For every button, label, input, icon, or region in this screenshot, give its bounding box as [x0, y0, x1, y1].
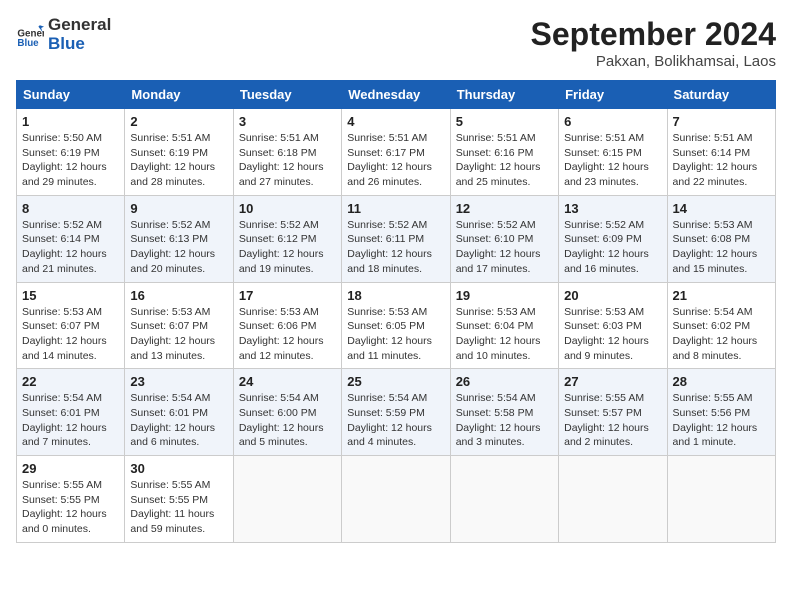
logo: General Blue General Blue — [16, 16, 111, 53]
location-subtitle: Pakxan, Bolikhamsai, Laos — [531, 53, 776, 70]
day-12: 12 Sunrise: 5:52 AMSunset: 6:10 PMDaylig… — [450, 195, 558, 282]
col-sunday: Sunday — [17, 81, 125, 109]
col-thursday: Thursday — [450, 81, 558, 109]
day-5: 5 Sunrise: 5:51 AMSunset: 6:16 PMDayligh… — [450, 109, 558, 196]
day-14: 14 Sunrise: 5:53 AMSunset: 6:08 PMDaylig… — [667, 195, 775, 282]
day-17: 17 Sunrise: 5:53 AMSunset: 6:06 PMDaylig… — [233, 282, 341, 369]
week-row-1: 1 Sunrise: 5:50 AMSunset: 6:19 PMDayligh… — [17, 109, 776, 196]
day-10: 10 Sunrise: 5:52 AMSunset: 6:12 PMDaylig… — [233, 195, 341, 282]
day-15: 15 Sunrise: 5:53 AMSunset: 6:07 PMDaylig… — [17, 282, 125, 369]
day-28: 28 Sunrise: 5:55 AMSunset: 5:56 PMDaylig… — [667, 369, 775, 456]
day-22: 22 Sunrise: 5:54 AMSunset: 6:01 PMDaylig… — [17, 369, 125, 456]
day-7: 7 Sunrise: 5:51 AMSunset: 6:14 PMDayligh… — [667, 109, 775, 196]
day-6: 6 Sunrise: 5:51 AMSunset: 6:15 PMDayligh… — [559, 109, 667, 196]
day-26: 26 Sunrise: 5:54 AMSunset: 5:58 PMDaylig… — [450, 369, 558, 456]
logo-general: General — [48, 16, 111, 35]
day-30: 30 Sunrise: 5:55 AMSunset: 5:55 PMDaylig… — [125, 456, 233, 543]
week-row-5: 29 Sunrise: 5:55 AMSunset: 5:55 PMDaylig… — [17, 456, 776, 543]
day-19: 19 Sunrise: 5:53 AMSunset: 6:04 PMDaylig… — [450, 282, 558, 369]
logo-icon: General Blue — [16, 21, 44, 49]
empty-cell-2 — [342, 456, 450, 543]
week-row-3: 15 Sunrise: 5:53 AMSunset: 6:07 PMDaylig… — [17, 282, 776, 369]
empty-cell-3 — [450, 456, 558, 543]
week-row-2: 8 Sunrise: 5:52 AMSunset: 6:14 PMDayligh… — [17, 195, 776, 282]
day-18: 18 Sunrise: 5:53 AMSunset: 6:05 PMDaylig… — [342, 282, 450, 369]
day-21: 21 Sunrise: 5:54 AMSunset: 6:02 PMDaylig… — [667, 282, 775, 369]
day-4: 4 Sunrise: 5:51 AMSunset: 6:17 PMDayligh… — [342, 109, 450, 196]
day-2: 2 Sunrise: 5:51 AMSunset: 6:19 PMDayligh… — [125, 109, 233, 196]
logo-blue: Blue — [48, 35, 111, 54]
col-monday: Monday — [125, 81, 233, 109]
day-25: 25 Sunrise: 5:54 AMSunset: 5:59 PMDaylig… — [342, 369, 450, 456]
empty-cell-5 — [667, 456, 775, 543]
empty-cell-1 — [233, 456, 341, 543]
day-3: 3 Sunrise: 5:51 AMSunset: 6:18 PMDayligh… — [233, 109, 341, 196]
col-friday: Friday — [559, 81, 667, 109]
empty-cell-4 — [559, 456, 667, 543]
svg-text:Blue: Blue — [17, 38, 39, 49]
day-16: 16 Sunrise: 5:53 AMSunset: 6:07 PMDaylig… — [125, 282, 233, 369]
day-11: 11 Sunrise: 5:52 AMSunset: 6:11 PMDaylig… — [342, 195, 450, 282]
page-header: General Blue General Blue September 2024… — [16, 16, 776, 70]
title-block: September 2024 Pakxan, Bolikhamsai, Laos — [531, 16, 776, 70]
day-27: 27 Sunrise: 5:55 AMSunset: 5:57 PMDaylig… — [559, 369, 667, 456]
day-29: 29 Sunrise: 5:55 AMSunset: 5:55 PMDaylig… — [17, 456, 125, 543]
day-1: 1 Sunrise: 5:50 AMSunset: 6:19 PMDayligh… — [17, 109, 125, 196]
header-row: Sunday Monday Tuesday Wednesday Thursday… — [17, 81, 776, 109]
col-saturday: Saturday — [667, 81, 775, 109]
day-8: 8 Sunrise: 5:52 AMSunset: 6:14 PMDayligh… — [17, 195, 125, 282]
calendar-table: Sunday Monday Tuesday Wednesday Thursday… — [16, 80, 776, 543]
day-24: 24 Sunrise: 5:54 AMSunset: 6:00 PMDaylig… — [233, 369, 341, 456]
day-23: 23 Sunrise: 5:54 AMSunset: 6:01 PMDaylig… — [125, 369, 233, 456]
day-9: 9 Sunrise: 5:52 AMSunset: 6:13 PMDayligh… — [125, 195, 233, 282]
week-row-4: 22 Sunrise: 5:54 AMSunset: 6:01 PMDaylig… — [17, 369, 776, 456]
day-13: 13 Sunrise: 5:52 AMSunset: 6:09 PMDaylig… — [559, 195, 667, 282]
month-title: September 2024 — [531, 16, 776, 53]
col-tuesday: Tuesday — [233, 81, 341, 109]
col-wednesday: Wednesday — [342, 81, 450, 109]
day-20: 20 Sunrise: 5:53 AMSunset: 6:03 PMDaylig… — [559, 282, 667, 369]
